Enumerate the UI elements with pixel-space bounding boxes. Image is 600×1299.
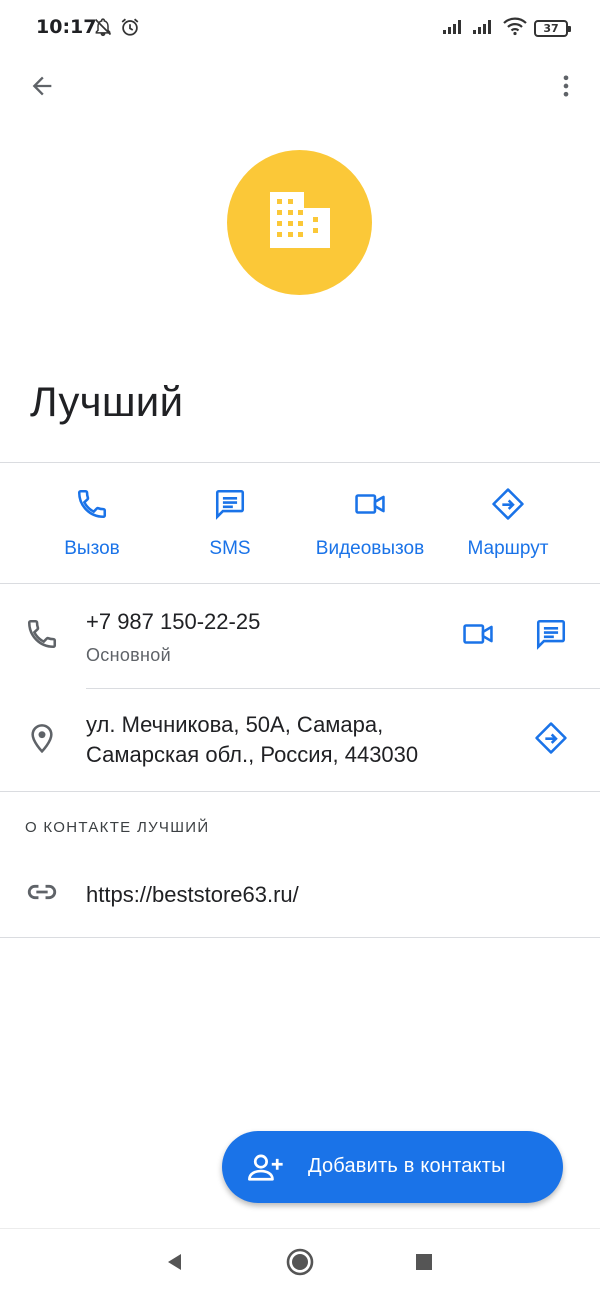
person-add-icon (246, 1149, 284, 1185)
business-icon (268, 190, 332, 255)
battery-level: 37 (543, 22, 559, 35)
divider (0, 937, 600, 938)
system-nav-bar (0, 1228, 600, 1299)
home-circle-icon (285, 1247, 315, 1282)
directions-icon (534, 721, 568, 760)
signal-icon (472, 17, 496, 40)
directions-action[interactable]: Маршрут (458, 463, 558, 583)
location-pin-icon (26, 721, 58, 760)
about-section-header: О КОНТАКТЕ ЛУЧШИЙ (25, 819, 210, 836)
top-app-bar (0, 60, 600, 116)
divider (0, 583, 600, 584)
back-button[interactable] (22, 68, 62, 108)
website-row-icon (22, 874, 62, 914)
message-icon (213, 487, 247, 526)
address-line-2[interactable]: Самарская обл., Россия, 443030 (86, 739, 418, 770)
wifi-icon (502, 16, 528, 41)
phone-number[interactable]: +7 987 150-22-25 (86, 606, 260, 637)
phone-icon (75, 487, 109, 526)
video-call-action[interactable]: Видеовызов (304, 463, 436, 583)
video-call-action-label: Видеовызов (315, 538, 425, 559)
status-right-icons: 37 (442, 16, 571, 41)
status-left-icons (93, 16, 141, 43)
nav-recents-button[interactable] (409, 1249, 439, 1279)
contact-name: Лучший (30, 378, 184, 425)
sms-action-label: SMS (209, 538, 251, 559)
nav-home-button[interactable] (285, 1247, 315, 1282)
directions-action-label: Маршрут (467, 538, 549, 559)
nav-back-button[interactable] (159, 1249, 189, 1279)
call-action-label: Вызов (64, 538, 120, 559)
message-icon (534, 617, 568, 656)
signal-icon (442, 17, 466, 40)
arrow-back-icon (28, 72, 56, 105)
alarm-icon (119, 16, 141, 43)
phone-icon (25, 617, 59, 656)
phone-row-icon (22, 616, 62, 656)
add-to-contacts-label: Добавить в контакты (308, 1155, 506, 1177)
sms-action[interactable]: SMS (180, 463, 280, 583)
call-action[interactable]: Вызов (42, 463, 142, 583)
address-line-1[interactable]: ул. Мечникова, 50А, Самара, (86, 709, 383, 740)
recents-square-icon (414, 1252, 434, 1277)
status-time: 10:17 (36, 16, 97, 38)
address-row-icon (22, 720, 62, 760)
notifications-off-icon (93, 16, 113, 43)
back-triangle-icon (163, 1251, 185, 1278)
divider (86, 688, 600, 689)
videocam-icon (461, 617, 495, 656)
phone-sms-button[interactable] (531, 616, 571, 656)
videocam-icon (353, 487, 387, 526)
phone-type: Основной (86, 645, 171, 665)
link-icon (25, 875, 59, 914)
status-bar: 10:17 37 (0, 0, 600, 56)
address-directions-button[interactable] (531, 720, 571, 760)
more-options-button[interactable] (546, 68, 586, 108)
add-to-contacts-button[interactable]: Добавить в контакты (222, 1131, 563, 1203)
divider (0, 791, 600, 792)
more-vert-icon (552, 72, 580, 105)
directions-icon (491, 487, 525, 526)
website-link[interactable]: https://beststore63.ru/ (86, 879, 299, 910)
battery-icon: 37 (534, 20, 571, 37)
avatar (227, 150, 372, 295)
phone-video-call-button[interactable] (458, 616, 498, 656)
action-row: Вызов SMS Видеовызов Маршрут (0, 463, 600, 583)
